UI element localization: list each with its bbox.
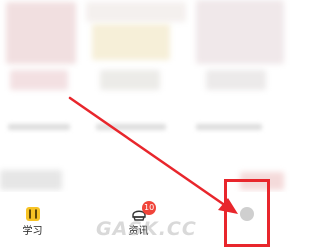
- annotation-highlight-box: [224, 179, 270, 247]
